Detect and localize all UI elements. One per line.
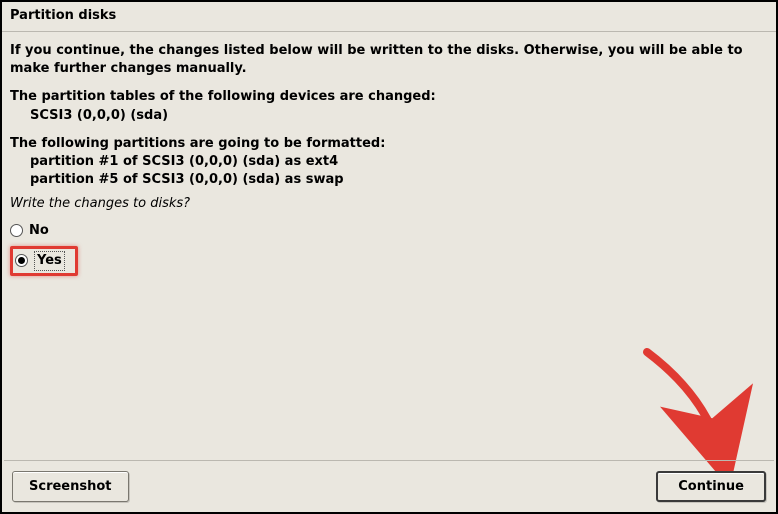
radio-option-yes[interactable]: Yes [15, 251, 65, 271]
title-bar: Partition disks [2, 2, 776, 32]
screenshot-button[interactable]: Screenshot [12, 471, 129, 502]
highlight-annotation: Yes [10, 246, 78, 276]
format-header: The following partitions are going to be… [10, 135, 768, 153]
intro-text: If you continue, the changes listed belo… [10, 42, 768, 78]
continue-button[interactable]: Continue [656, 471, 766, 502]
tables-changed-header: The partition tables of the following de… [10, 88, 768, 106]
tables-changed-item: SCSI3 (0,0,0) (sda) [10, 107, 768, 125]
button-bar: Screenshot Continue [4, 460, 774, 510]
format-item: partition #1 of SCSI3 (0,0,0) (sda) as e… [10, 153, 768, 171]
format-item: partition #5 of SCSI3 (0,0,0) (sda) as s… [10, 171, 768, 189]
radio-option-no[interactable]: No [10, 220, 768, 242]
content-area: If you continue, the changes listed belo… [2, 32, 776, 286]
page-title: Partition disks [10, 8, 116, 23]
radio-icon [10, 224, 23, 237]
radio-label-no: No [29, 222, 49, 240]
radio-icon [15, 254, 28, 267]
radio-label-yes: Yes [34, 251, 65, 271]
confirm-prompt: Write the changes to disks? [10, 195, 768, 213]
